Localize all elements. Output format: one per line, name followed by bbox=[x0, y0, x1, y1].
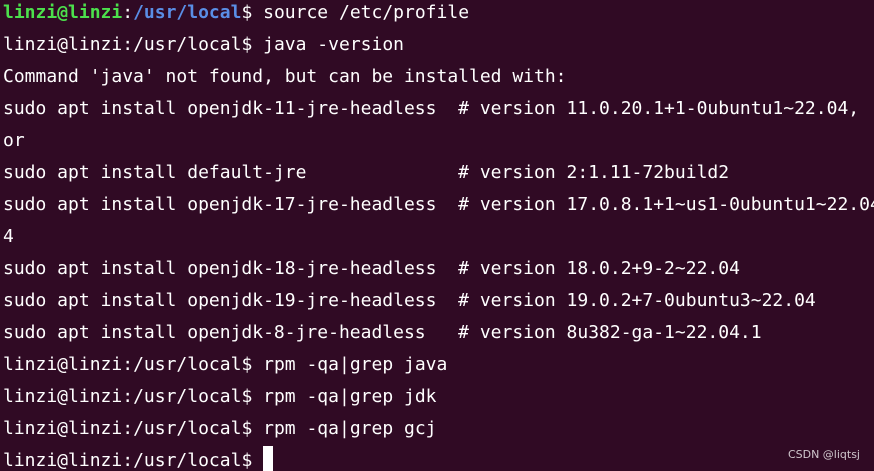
text-cursor bbox=[263, 446, 274, 471]
prompt-user-host: linzi@linzi bbox=[3, 386, 123, 407]
prompt-separator: : bbox=[122, 2, 134, 23]
terminal-line-output: sudo apt install openjdk-19-jre-headless… bbox=[3, 290, 816, 311]
terminal-window[interactable]: linzi@linzi:/usr/local$ source /etc/prof… bbox=[0, 0, 874, 471]
terminal-line-active-prompt[interactable]: linzi@linzi:/usr/local$ bbox=[3, 445, 274, 471]
prompt-user-host: linzi@linzi bbox=[3, 2, 123, 23]
terminal-line-command: linzi@linzi:/usr/local$ java -version bbox=[3, 29, 404, 61]
terminal-line-command: linzi@linzi:/usr/local$ rpm -qa|grep jav… bbox=[3, 349, 447, 381]
terminal-line-output: sudo apt install openjdk-8-jre-headless … bbox=[3, 322, 762, 343]
prompt-symbol: $ bbox=[241, 354, 264, 375]
terminal-line-output: sudo apt install default-jre # version 2… bbox=[3, 162, 730, 183]
terminal-line-output: 4 bbox=[3, 226, 14, 247]
prompt-symbol: $ bbox=[241, 34, 264, 55]
terminal-line-output: Command 'java' not found, but can be ins… bbox=[3, 66, 567, 87]
prompt-separator: : bbox=[122, 34, 134, 55]
prompt-user-host: linzi@linzi bbox=[3, 450, 123, 471]
terminal-line-command: linzi@linzi:/usr/local$ rpm -qa|grep gcj bbox=[3, 413, 437, 445]
terminal-line-output: sudo apt install openjdk-11-jre-headless… bbox=[3, 98, 860, 119]
command-text: rpm -qa|grep jdk bbox=[263, 386, 437, 407]
prompt-path: /usr/local bbox=[133, 2, 242, 23]
terminal-line-command: linzi@linzi:/usr/local$ rpm -qa|grep jdk bbox=[3, 381, 437, 413]
watermark: CSDN @liqtsj bbox=[787, 448, 860, 461]
prompt-user-host: linzi@linzi bbox=[3, 354, 123, 375]
terminal-line-command: linzi@linzi:/usr/local$ source /etc/prof… bbox=[3, 0, 469, 29]
prompt-path: /usr/local bbox=[133, 418, 242, 439]
terminal-line-output: sudo apt install openjdk-18-jre-headless… bbox=[3, 258, 740, 279]
prompt-separator: : bbox=[122, 450, 134, 471]
prompt-separator: : bbox=[122, 386, 134, 407]
prompt-path: /usr/local bbox=[133, 386, 242, 407]
terminal-line-output: or bbox=[3, 130, 25, 151]
prompt-symbol: $ bbox=[241, 450, 264, 471]
prompt-symbol: $ bbox=[241, 386, 264, 407]
terminal-line-output: sudo apt install openjdk-17-jre-headless… bbox=[3, 194, 874, 215]
prompt-user-host: linzi@linzi bbox=[3, 418, 123, 439]
prompt-path: /usr/local bbox=[133, 450, 242, 471]
prompt-symbol: $ bbox=[241, 2, 264, 23]
command-text: java -version bbox=[263, 34, 405, 55]
prompt-symbol: $ bbox=[241, 418, 264, 439]
prompt-user-host: linzi@linzi bbox=[3, 34, 123, 55]
command-text: rpm -qa|grep gcj bbox=[263, 418, 437, 439]
prompt-separator: : bbox=[122, 418, 134, 439]
command-text: rpm -qa|grep java bbox=[263, 354, 448, 375]
prompt-separator: : bbox=[122, 354, 134, 375]
prompt-path: /usr/local bbox=[133, 354, 242, 375]
command-text: source /etc/profile bbox=[263, 2, 470, 23]
prompt-path: /usr/local bbox=[133, 34, 242, 55]
